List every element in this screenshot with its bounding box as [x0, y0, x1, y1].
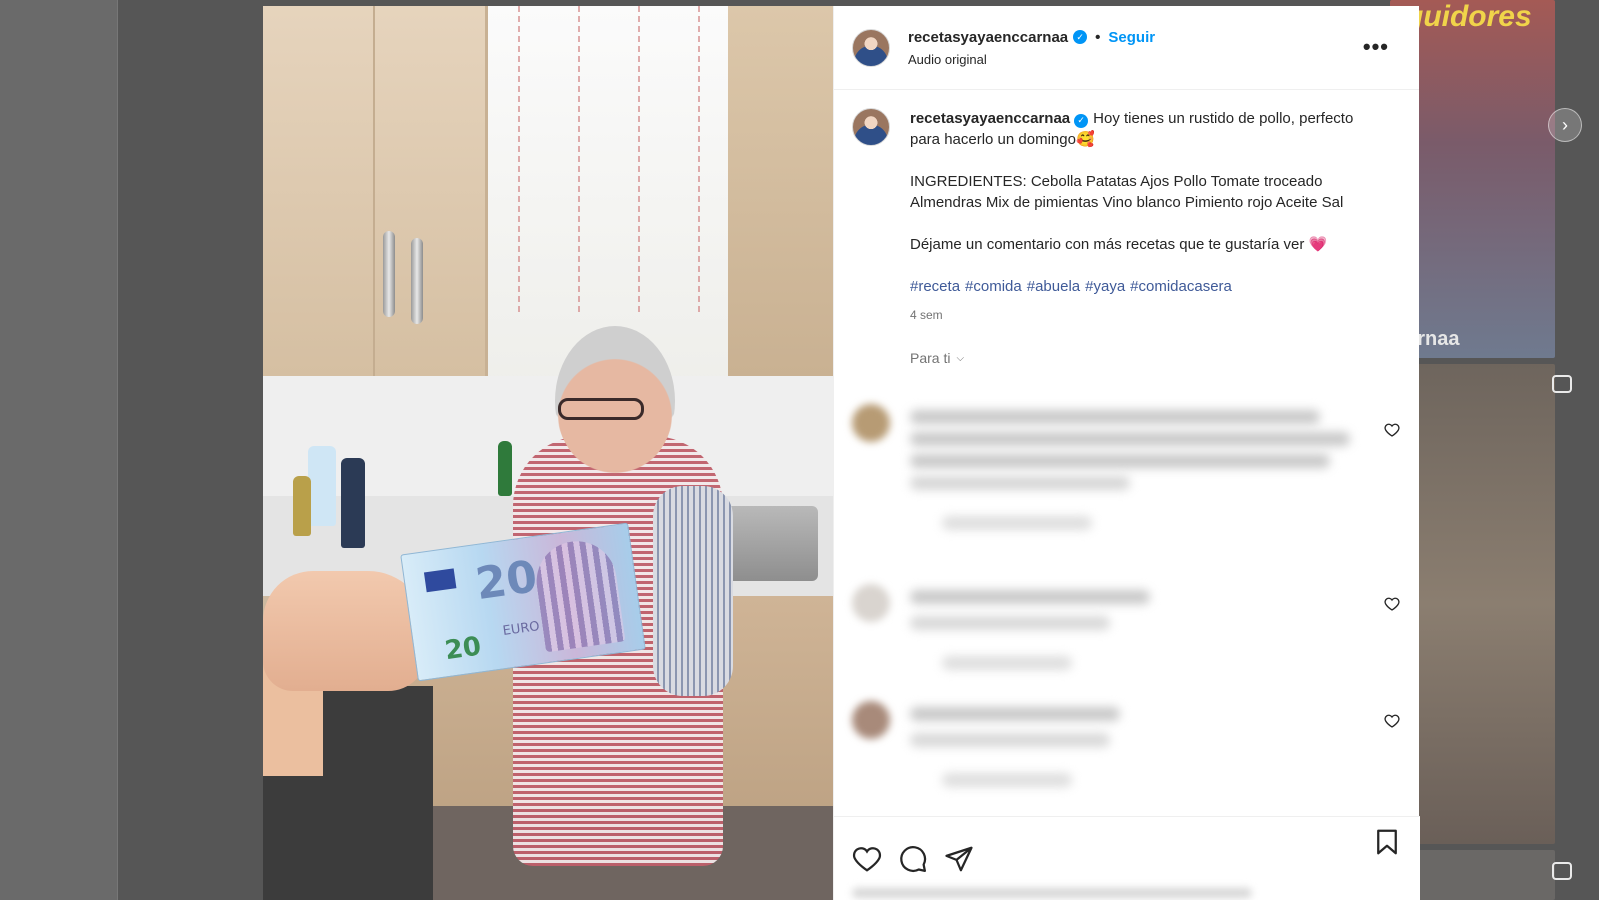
- banknote-value-small: 20: [443, 631, 484, 667]
- banknote-currency: EURO: [501, 619, 541, 640]
- eu-flag-icon: [423, 568, 457, 593]
- blurred-text: [910, 616, 1110, 630]
- cabinet-door: [373, 6, 488, 376]
- comment-avatar[interactable]: [852, 404, 890, 442]
- water-bottle: [308, 446, 336, 526]
- kitchen-cabinet: [728, 6, 833, 376]
- banknote-value: 20: [472, 551, 541, 611]
- header-text: recetasyayaenccarnaa ✓ • Seguir Audio or…: [908, 29, 1155, 67]
- comment-item: [852, 584, 1402, 694]
- hand: [263, 571, 428, 691]
- blurred-text: [852, 888, 1252, 898]
- hashtag-link[interactable]: #abuela: [1027, 278, 1080, 295]
- post-modal: 20 20 EURO recetasyayaenccarnaa ✓ • Segu…: [263, 6, 1420, 900]
- blurred-text: [910, 410, 1320, 424]
- avatar[interactable]: [852, 108, 890, 146]
- username-link[interactable]: recetasyayaenccarnaa: [908, 29, 1068, 46]
- blurred-text: [942, 656, 1072, 670]
- blurred-text: [942, 516, 1092, 530]
- blurred-text: [910, 476, 1130, 490]
- hashtag-link[interactable]: #receta: [910, 278, 960, 295]
- comment-item: [852, 701, 1402, 811]
- comments-filter-label: Para ti: [910, 350, 951, 366]
- background-tile-script-text: guidores: [1405, 0, 1532, 33]
- post-video[interactable]: 20 20 EURO: [263, 6, 833, 900]
- action-bar: [834, 816, 1420, 900]
- cabinet-handle: [383, 231, 395, 317]
- more-options-icon[interactable]: •••: [1363, 34, 1389, 60]
- curtain-line: [698, 6, 700, 316]
- caption-closing: Déjame un comentario con más recetas que…: [910, 236, 1328, 253]
- blurred-text: [910, 590, 1150, 604]
- banknote-window-art: [531, 536, 626, 653]
- follow-button[interactable]: Seguir: [1108, 29, 1155, 46]
- blurred-text: [942, 773, 1072, 787]
- bookmark-icon[interactable]: [1372, 827, 1402, 857]
- caption-ingredients: INGREDIENTES: Cebolla Patatas Ajos Pollo…: [910, 173, 1344, 211]
- heart-icon[interactable]: [1384, 422, 1400, 438]
- curtain-line: [638, 6, 640, 316]
- heart-icon[interactable]: [1384, 713, 1400, 729]
- heart-icon[interactable]: [1384, 596, 1400, 612]
- glasses: [558, 398, 644, 420]
- post-caption: recetasyayaenccarnaa ✓ Hoy tienes un rusti…: [834, 90, 1419, 326]
- avatar[interactable]: [852, 28, 890, 67]
- thermos-bottle: [341, 458, 365, 548]
- comment-bubble-icon[interactable]: [898, 844, 928, 874]
- cabinet-handle: [411, 238, 423, 324]
- curtain-line: [518, 6, 520, 316]
- caption-username-link[interactable]: recetasyayaenccarnaa: [910, 110, 1070, 127]
- woman-arm: [653, 486, 733, 696]
- blurred-text: [910, 707, 1120, 721]
- heart-icon[interactable]: [852, 844, 882, 874]
- chevron-right-icon: ›: [1562, 114, 1568, 135]
- hashtag-list: #receta #comida #abuela #yaya #comidacasera: [910, 276, 1380, 297]
- soap-bottle: [498, 441, 512, 496]
- comments-filter-dropdown[interactable]: Para ti ⌵: [910, 350, 1419, 366]
- verified-badge-icon: ✓: [1074, 113, 1089, 128]
- oil-bottle: [293, 476, 311, 536]
- audio-link[interactable]: Audio original: [908, 52, 1155, 67]
- comment-avatar[interactable]: [852, 701, 890, 739]
- blurred-text: [910, 733, 1110, 747]
- blurred-text: [910, 432, 1350, 446]
- separator-dot: •: [1095, 28, 1101, 46]
- chevron-down-icon: ⌵: [956, 352, 965, 364]
- blurred-text: [910, 454, 1330, 468]
- curtain-line: [578, 6, 580, 316]
- background-sidebar: [0, 0, 118, 900]
- hashtag-link[interactable]: #comidacasera: [1130, 278, 1232, 295]
- comment-avatar[interactable]: [852, 584, 890, 622]
- paper-plane-icon[interactable]: [944, 844, 974, 874]
- hashtag-link[interactable]: #yaya: [1085, 278, 1125, 295]
- caption-body: recetasyayaenccarnaa ✓ Hoy tienes un rusti…: [910, 108, 1380, 326]
- post-details-panel: recetasyayaenccarnaa ✓ • Seguir Audio or…: [833, 6, 1420, 900]
- comment-item: [852, 404, 1402, 564]
- next-post-button[interactable]: ›: [1548, 108, 1582, 142]
- hashtag-link[interactable]: #comida: [965, 278, 1022, 295]
- post-age: 4 sem: [910, 308, 943, 322]
- reel-icon: [1552, 375, 1572, 393]
- post-header: recetasyayaenccarnaa ✓ • Seguir Audio or…: [834, 6, 1419, 90]
- verified-badge-icon: ✓: [1073, 30, 1088, 44]
- reel-icon: [1552, 862, 1572, 880]
